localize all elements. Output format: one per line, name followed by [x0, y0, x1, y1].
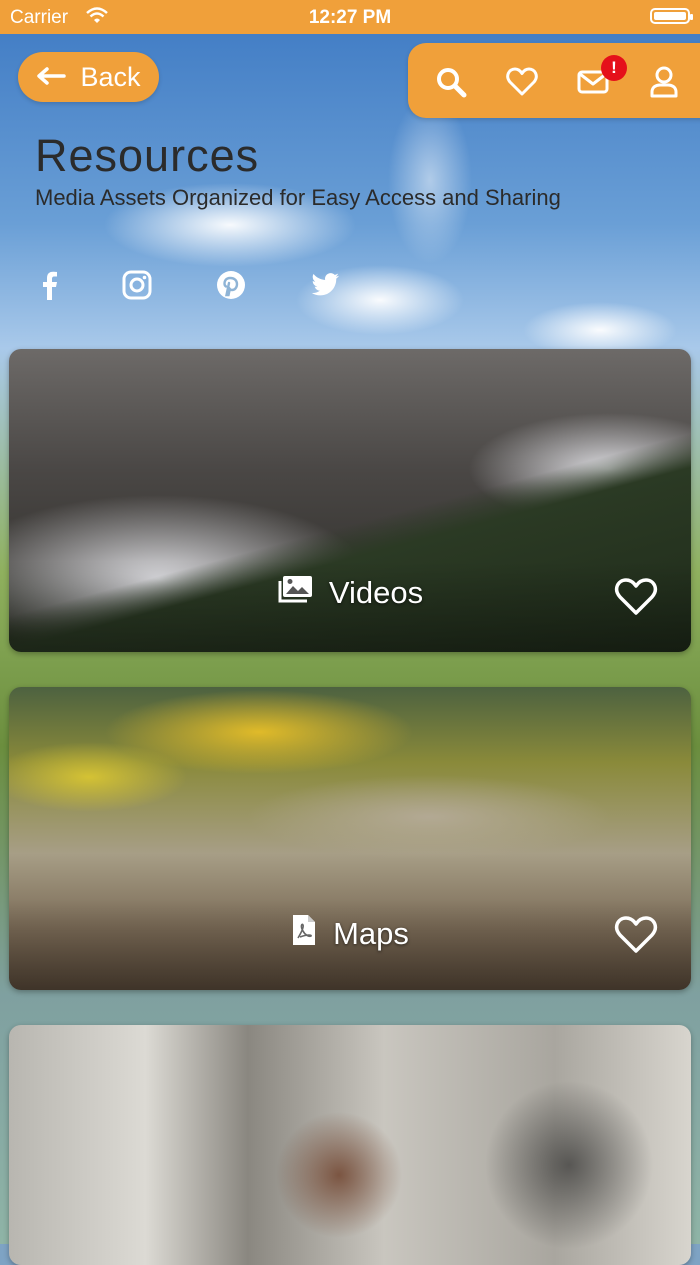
- maps-card-label: Maps: [9, 913, 691, 955]
- instagram-icon[interactable]: [122, 270, 152, 300]
- pdf-file-icon: [291, 913, 317, 955]
- armor-card[interactable]: [9, 1025, 691, 1265]
- heart-icon[interactable]: [614, 915, 658, 955]
- back-label: Back: [80, 61, 141, 92]
- twitter-icon[interactable]: [310, 270, 340, 300]
- search-icon[interactable]: [434, 65, 468, 99]
- page-subtitle: Media Assets Organized for Easy Access a…: [35, 185, 561, 210]
- videos-card[interactable]: Videos: [9, 349, 691, 652]
- images-icon: [277, 575, 313, 611]
- heart-icon[interactable]: [505, 65, 539, 99]
- maps-card[interactable]: Maps: [9, 687, 691, 990]
- top-action-bar: !: [408, 43, 700, 118]
- arrow-left-icon: [36, 62, 67, 93]
- clock: 12:27 PM: [308, 7, 392, 28]
- notification-badge: !: [601, 55, 627, 81]
- page-title: Resources: [35, 130, 260, 181]
- facebook-icon[interactable]: [34, 270, 64, 300]
- battery-icon: [650, 8, 693, 24]
- pinterest-icon[interactable]: [216, 270, 246, 300]
- heart-icon[interactable]: [614, 577, 658, 617]
- videos-card-label: Videos: [9, 575, 691, 611]
- user-icon[interactable]: [647, 65, 681, 99]
- maps-label: Maps: [333, 916, 409, 951]
- videos-label: Videos: [328, 575, 424, 610]
- status-bar: Carrier 12:27 PM: [0, 0, 700, 34]
- back-button[interactable]: Back: [18, 52, 159, 102]
